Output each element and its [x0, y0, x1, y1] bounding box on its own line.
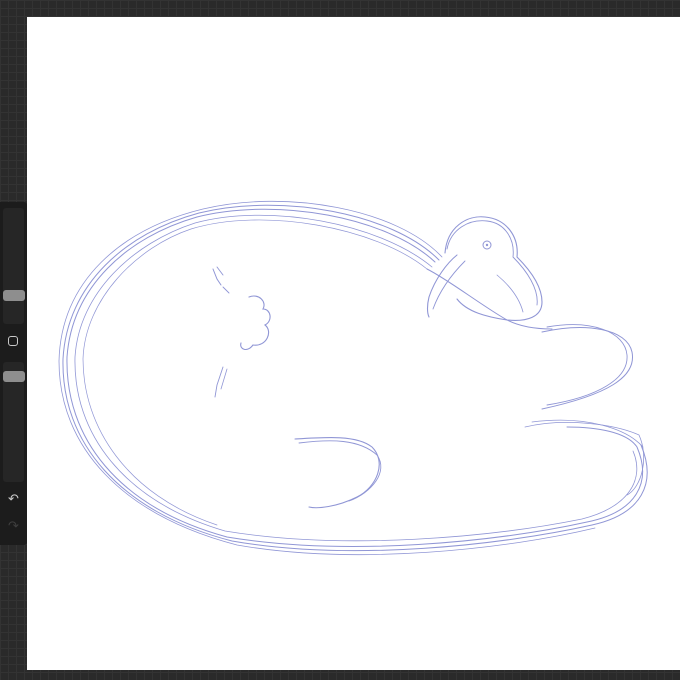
seal-eye-mark [216, 266, 224, 276]
bird-body [446, 220, 538, 306]
bird-pupil [485, 243, 489, 247]
opacity-handle[interactable] [3, 371, 25, 382]
brush-size-slider[interactable] [3, 208, 24, 324]
seal-flipper [298, 440, 382, 502]
undo-arrow-icon[interactable]: ↶ [0, 491, 27, 509]
brush-sidebar: ↶ ↷ [0, 202, 27, 545]
seal-mark [222, 286, 230, 294]
sketch-artwork [58, 200, 648, 555]
seal-tail-stroke [531, 419, 644, 448]
seal-body-outline [74, 214, 638, 542]
brush-size-handle[interactable] [3, 290, 25, 301]
seal-back-stroke [426, 268, 553, 330]
seal-nose [240, 295, 271, 351]
modify-button[interactable] [8, 336, 18, 346]
seal-whisker [220, 368, 228, 390]
bird-body [444, 216, 543, 321]
seal-tail-stroke [541, 327, 634, 410]
seal-whisker [214, 366, 224, 398]
drawing-canvas[interactable] [27, 17, 680, 670]
bird-beak [426, 254, 458, 318]
seal-body-outline [66, 208, 644, 547]
seal-tail-stroke [524, 422, 645, 496]
seal-body-outline [58, 200, 596, 555]
bird-wing [496, 274, 524, 313]
redo-arrow-icon[interactable]: ↷ [0, 518, 27, 536]
seal-tail-stroke [546, 324, 628, 406]
